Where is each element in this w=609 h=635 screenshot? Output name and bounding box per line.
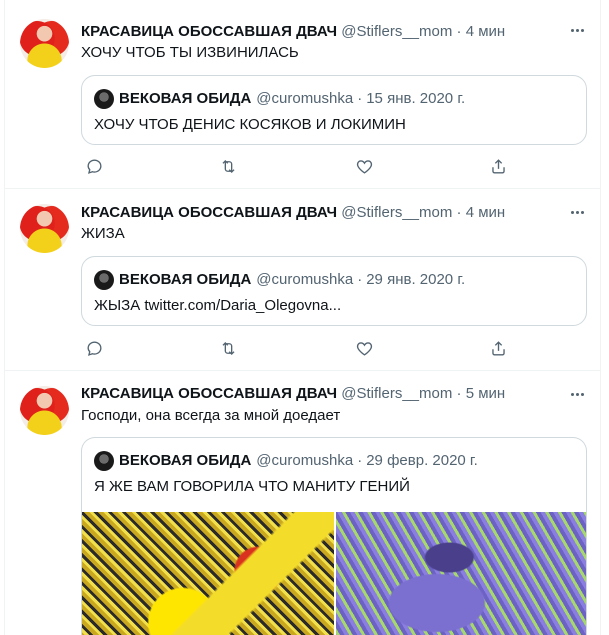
separator-dot: ·	[456, 23, 462, 40]
timestamp[interactable]: 4 мин	[466, 23, 506, 40]
quoted-tweet-header: ВЕКОВАЯ ОБИДА @curomushka · 15 янв. 2020…	[94, 89, 465, 109]
quoted-tweet[interactable]: ВЕКОВАЯ ОБИДА @curomushka · 15 янв. 2020…	[81, 75, 587, 145]
quoted-avatar	[94, 270, 114, 290]
author-handle[interactable]: @Stiflers__mom	[341, 23, 452, 40]
share-icon[interactable]	[489, 157, 509, 177]
quoted-author-handle: @curomushka	[256, 271, 354, 288]
retweet-icon[interactable]	[219, 339, 239, 359]
tweet-header: КРАСАВИЦА ОБОССАВШАЯ ДВАЧ @Stiflers__mom…	[81, 384, 505, 404]
separator-dot: ·	[357, 452, 363, 469]
quoted-media[interactable]	[82, 512, 586, 635]
media-image[interactable]	[82, 512, 334, 635]
media-image[interactable]	[336, 512, 586, 635]
reply-icon[interactable]	[85, 157, 105, 177]
quoted-tweet-text: ЖЫЗА twitter.com/Daria_Olegovna...	[94, 297, 342, 314]
share-icon[interactable]	[489, 339, 509, 359]
more-dots-icon[interactable]	[566, 20, 588, 40]
separator-dot: ·	[357, 271, 363, 288]
tweet-actions	[81, 157, 511, 177]
author-handle[interactable]: @Stiflers__mom	[341, 385, 452, 402]
like-icon[interactable]	[355, 339, 375, 359]
timeline: КРАСАВИЦА ОБОССАВШАЯ ДВАЧ @Stiflers__mom…	[4, 0, 601, 635]
tweet-text: Господи, она всегда за мной доедает	[81, 407, 341, 424]
quoted-author-name: ВЕКОВАЯ ОБИДА	[119, 90, 252, 107]
tweet-header: КРАСАВИЦА ОБОССАВШАЯ ДВАЧ @Stiflers__mom…	[81, 203, 505, 223]
avatar[interactable]	[20, 386, 69, 435]
quoted-author-handle: @curomushka	[256, 452, 354, 469]
quoted-author-name: ВЕКОВАЯ ОБИДА	[119, 271, 252, 288]
quoted-tweet-header: ВЕКОВАЯ ОБИДА @curomushka · 29 февр. 202…	[94, 451, 478, 471]
separator-dot: ·	[357, 90, 363, 107]
quoted-tweet[interactable]: ВЕКОВАЯ ОБИДА @curomushka · 29 янв. 2020…	[81, 256, 587, 326]
tweet-actions	[81, 339, 511, 359]
retweet-icon[interactable]	[219, 157, 239, 177]
author-name[interactable]: КРАСАВИЦА ОБОССАВШАЯ ДВАЧ	[81, 385, 337, 402]
avatar[interactable]	[20, 204, 69, 253]
quoted-author-handle: @curomushka	[256, 90, 354, 107]
author-name[interactable]: КРАСАВИЦА ОБОССАВШАЯ ДВАЧ	[81, 23, 337, 40]
tweet-header: КРАСАВИЦА ОБОССАВШАЯ ДВАЧ @Stiflers__mom…	[81, 22, 505, 42]
quoted-date: 29 янв. 2020 г.	[366, 271, 466, 288]
author-handle[interactable]: @Stiflers__mom	[341, 204, 452, 221]
like-icon[interactable]	[355, 157, 375, 177]
tweet-text: ЖИЗА	[81, 225, 125, 242]
more-dots-icon[interactable]	[566, 384, 588, 404]
timestamp[interactable]: 5 мин	[466, 385, 506, 402]
quoted-author-name: ВЕКОВАЯ ОБИДА	[119, 452, 252, 469]
quoted-date: 29 февр. 2020 г.	[366, 452, 478, 469]
avatar[interactable]	[20, 19, 69, 68]
tweet-text: ХОЧУ ЧТОБ ТЫ ИЗВИНИЛАСЬ	[81, 44, 299, 61]
tweet[interactable]: КРАСАВИЦА ОБОССАВШАЯ ДВАЧ @Stiflers__mom…	[5, 0, 600, 189]
reply-icon[interactable]	[85, 339, 105, 359]
separator-dot: ·	[456, 204, 462, 221]
author-name[interactable]: КРАСАВИЦА ОБОССАВШАЯ ДВАЧ	[81, 204, 337, 221]
quoted-tweet-text: Я ЖЕ ВАМ ГОВОРИЛА ЧТО МАНИТУ ГЕНИЙ	[94, 478, 410, 495]
quoted-date: 15 янв. 2020 г.	[366, 90, 466, 107]
tweet[interactable]: КРАСАВИЦА ОБОССАВШАЯ ДВАЧ @Stiflers__mom…	[5, 371, 600, 635]
more-dots-icon[interactable]	[566, 202, 588, 222]
quoted-avatar	[94, 451, 114, 471]
separator-dot: ·	[456, 385, 462, 402]
tweet[interactable]: КРАСАВИЦА ОБОССАВШАЯ ДВАЧ @Stiflers__mom…	[5, 189, 600, 371]
timestamp[interactable]: 4 мин	[466, 204, 506, 221]
quoted-tweet[interactable]: ВЕКОВАЯ ОБИДА @curomushka · 29 февр. 202…	[81, 437, 587, 635]
quoted-tweet-header: ВЕКОВАЯ ОБИДА @curomushka · 29 янв. 2020…	[94, 270, 465, 290]
quoted-tweet-text: ХОЧУ ЧТОБ ДЕНИС КОСЯКОВ И ЛОКИМИН	[94, 116, 406, 133]
quoted-avatar	[94, 89, 114, 109]
